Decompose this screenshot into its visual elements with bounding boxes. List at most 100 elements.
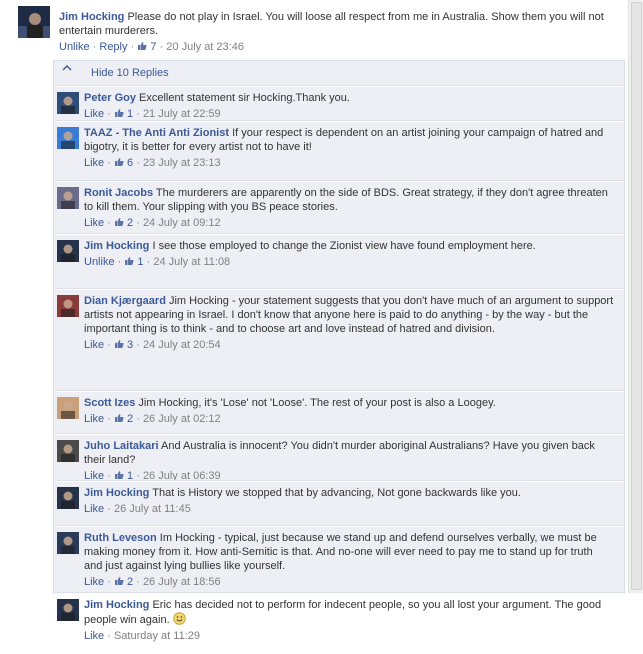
scrollbar-thumb[interactable] [631,2,642,590]
reply-timestamp[interactable]: 26 July at 02:12 [143,413,221,425]
reply-timestamp[interactable]: 24 July at 09:12 [143,217,221,229]
reply-text: Excellent statement sir Hocking.Thank yo… [135,92,350,104]
reply-body: Ronit Jacobs The murderers are apparentl… [84,186,614,230]
reply-item: Ronit Jacobs The murderers are apparentl… [54,181,624,235]
avatar[interactable] [57,440,79,462]
reply-body: TAAZ - The Anti Anti Zionist If your res… [84,126,614,170]
reply-body: Jim Hocking That is History we stopped t… [84,486,614,516]
reply-timestamp[interactable]: 24 July at 11:08 [153,256,230,268]
reply-timestamp[interactable]: 26 July at 18:56 [143,576,221,588]
reply-text-line: Ronit Jacobs The murderers are apparentl… [84,186,614,214]
reply-author[interactable]: Peter Goy [84,92,136,104]
reply-item: Peter Goy Excellent statement sir Hockin… [54,86,624,122]
likes-count-link[interactable]: 6 [114,157,133,169]
reply-author[interactable]: Juho Laitakari [84,440,159,452]
thumbs-up-icon [125,257,134,265]
like-link[interactable]: Like [84,339,104,351]
reply-body: Peter Goy Excellent statement sir Hockin… [84,91,614,121]
avatar[interactable] [57,92,79,114]
replies-panel: Hide 10 Replies Peter Goy Excellent stat… [53,60,625,642]
comment-timestamp[interactable]: 20 July at 23:46 [166,41,244,53]
user-avatar-icon [57,397,79,419]
thumbs-up-icon [114,340,124,348]
comment-author[interactable]: Jim Hocking [59,11,124,23]
hide-replies-toggle[interactable]: Hide 10 Replies [54,61,624,85]
comment-meta: Unlike · Reply · 7 · 20 July at 23:46 [59,41,244,53]
avatar[interactable] [57,295,79,317]
avatar[interactable] [18,6,50,38]
thumbs-up-icon [114,109,124,117]
reply-text-line: Jim Hocking I see those employed to chan… [84,239,614,253]
hide-replies-label[interactable]: Hide 10 Replies [91,67,169,79]
thumbs-up-icon [114,471,124,479]
reply-meta: Like · Saturday at 11:29 [84,630,200,642]
reply-link[interactable]: Reply [99,41,127,53]
reply-body: Ruth Leveson Im Hocking - typical, just … [84,531,614,589]
reply-author[interactable]: Jim Hocking [84,487,149,499]
reply-meta: Like · 2 · 26 July at 18:56 [84,576,221,588]
reply-text-line: Dian Kjærgaard Jim Hocking - your statem… [84,294,614,336]
avatar[interactable] [57,240,79,262]
reply-timestamp[interactable]: 23 July at 23:13 [143,157,221,169]
reply-body: Scott Izes Jim Hocking, it's 'Lose' not … [84,396,614,426]
user-avatar-icon [57,487,79,509]
reply-text-line: Jim Hocking Eric has decided not to perf… [84,598,614,627]
likes-count: 7 [150,41,157,53]
reply-item: TAAZ - The Anti Anti Zionist If your res… [54,121,624,182]
likes-count-link[interactable]: 2 [114,413,133,425]
user-avatar-icon [57,295,79,317]
like-link[interactable]: Like [84,630,104,642]
reply-author[interactable]: TAAZ - The Anti Anti Zionist [84,127,229,139]
comment-text: Please do not play in Israel. You will l… [59,11,604,37]
user-avatar-icon [57,92,79,114]
thumbs-up-icon [114,218,124,226]
reply-meta: Like · 2 · 26 July at 02:12 [84,413,221,425]
reply-author[interactable]: Ronit Jacobs [84,187,153,199]
user-avatar-icon [57,127,79,149]
reply-timestamp[interactable]: 21 July at 22:59 [143,108,221,120]
likes-count-link[interactable]: 7 [137,41,159,53]
user-avatar-icon [18,6,50,38]
like-link[interactable]: Like [84,217,104,229]
avatar[interactable] [57,187,79,209]
vertical-scrollbar[interactable] [628,0,643,593]
likes-count-link[interactable]: 2 [114,217,133,229]
reply-meta: Unlike · 1 · 24 July at 11:08 [84,256,231,268]
reply-author[interactable]: Jim Hocking [84,599,149,611]
reply-meta: Like · 26 July at 11:45 [84,503,191,515]
avatar[interactable] [57,599,79,621]
reply-text-line: Jim Hocking That is History we stopped t… [84,486,614,500]
likes-count-link[interactable]: 1 [114,108,133,120]
likes-count-link[interactable]: 1 [124,256,144,268]
like-link[interactable]: Like [84,157,104,169]
reply-text: Eric has decided not to perform for inde… [84,599,602,626]
likes-count-link[interactable]: 2 [114,576,133,588]
reply-timestamp[interactable]: 24 July at 20:54 [143,339,221,351]
reply-timestamp[interactable]: Saturday at 11:29 [114,630,200,642]
likes-count-link[interactable]: 3 [114,339,133,351]
reply-author[interactable]: Jim Hocking [84,240,149,252]
like-link[interactable]: Like [84,108,104,120]
like-link[interactable]: Like [84,413,104,425]
avatar[interactable] [57,397,79,419]
reply-item: Juho Laitakari And Australia is innocent… [54,434,624,482]
reply-author[interactable]: Scott Izes [84,397,135,409]
avatar[interactable] [57,532,79,554]
reply-item: Ruth Leveson Im Hocking - typical, just … [54,526,624,594]
reply-timestamp[interactable]: 26 July at 11:45 [114,503,191,515]
reply-body: Juho Laitakari And Australia is innocent… [84,439,614,483]
like-link[interactable]: Like [84,576,104,588]
reply-meta: Like · 1 · 21 July at 22:59 [84,108,221,120]
like-link[interactable]: Unlike [84,256,115,268]
reply-author[interactable]: Dian Kjærgaard [84,295,166,307]
like-link[interactable]: Like [84,503,104,515]
comment-text-line: Jim Hocking Please do not play in Israel… [59,10,619,38]
thumbs-up-icon [114,577,124,585]
user-avatar-icon [57,187,79,209]
unlike-link[interactable]: Unlike [59,41,90,53]
avatar[interactable] [57,487,79,509]
reply-author[interactable]: Ruth Leveson [84,532,157,544]
reply-item: Jim Hocking That is History we stopped t… [54,481,624,527]
reply-meta: Like · 6 · 23 July at 23:13 [84,157,221,169]
avatar[interactable] [57,127,79,149]
